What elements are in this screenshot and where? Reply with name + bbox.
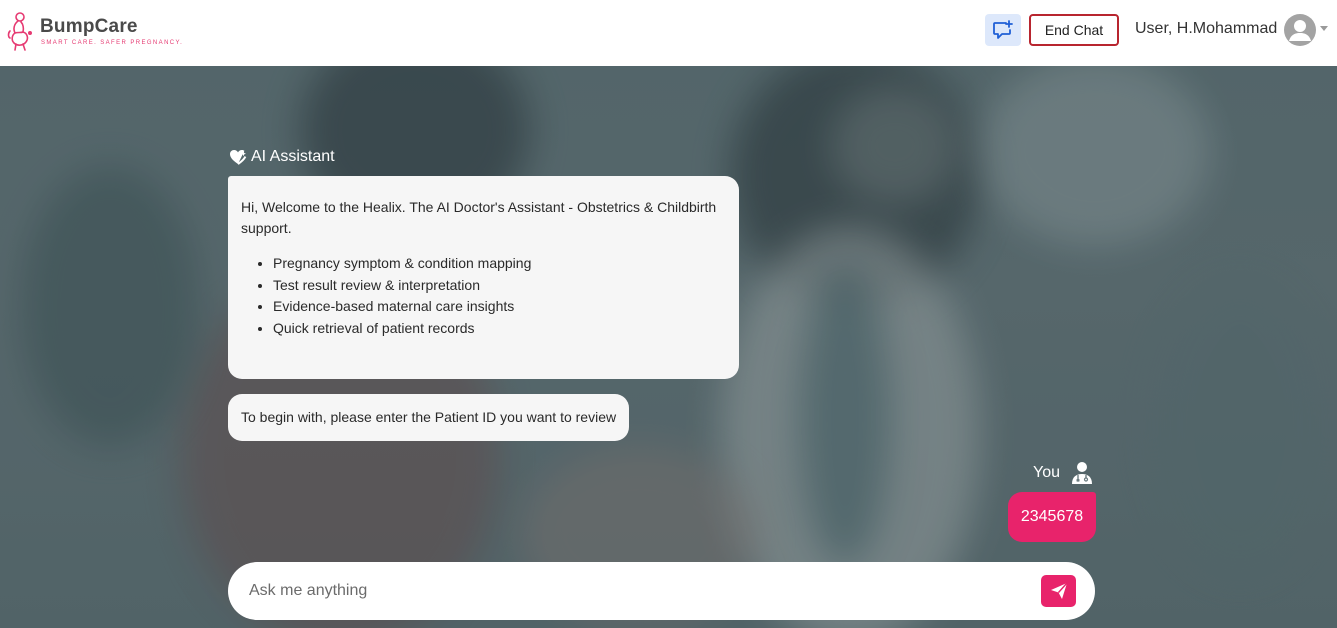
heart-sparkle-icon <box>230 150 247 165</box>
end-chat-button[interactable]: End Chat <box>1029 14 1119 46</box>
send-button[interactable] <box>1041 575 1076 607</box>
new-chat-button[interactable] <box>985 14 1021 46</box>
pregnancy-logo-icon <box>7 12 32 51</box>
brand-name: BumpCare <box>40 15 138 37</box>
brand-text: BumpCare SMART CARE. SAFER PREGNANCY. <box>40 17 183 46</box>
send-icon <box>1050 582 1068 599</box>
user-name[interactable]: User, H.Mohammad <box>1135 20 1277 38</box>
user-label: You <box>1033 461 1093 485</box>
assistant-name: AI Assistant <box>251 148 335 165</box>
assistant-label: AI Assistant <box>229 148 335 166</box>
chat-input-bar <box>228 562 1095 620</box>
doctor-icon <box>1072 462 1092 484</box>
assistant-prompt-message: To begin with, please enter the Patient … <box>228 394 630 441</box>
feature-item: Test result review & interpretation <box>273 275 726 297</box>
feature-item: Quick retrieval of patient records <box>273 318 726 340</box>
feature-list: Pregnancy symptom & condition mapping Te… <box>241 253 726 340</box>
user-message: 2345678 <box>1008 492 1096 542</box>
avatar-silhouette <box>1289 20 1311 41</box>
feature-item: Pregnancy symptom & condition mapping <box>273 253 726 275</box>
chat-input[interactable] <box>249 582 1029 600</box>
chevron-down-icon[interactable] <box>1320 26 1328 31</box>
brand-logo[interactable]: BumpCare SMART CARE. SAFER PREGNANCY. <box>6 11 183 51</box>
brand-tagline: SMART CARE. SAFER PREGNANCY. <box>41 39 184 46</box>
assistant-welcome-message: Hi, Welcome to the Healix. The AI Doctor… <box>228 176 739 379</box>
user-avatar-icon[interactable] <box>1284 14 1316 46</box>
feature-item: Evidence-based maternal care insights <box>273 296 726 318</box>
user-label-text: You <box>1033 464 1060 481</box>
welcome-text: Hi, Welcome to the Healix. The AI Doctor… <box>241 199 717 236</box>
top-header: BumpCare SMART CARE. SAFER PREGNANCY. En… <box>0 0 1337 66</box>
chat-plus-icon <box>993 20 1013 39</box>
